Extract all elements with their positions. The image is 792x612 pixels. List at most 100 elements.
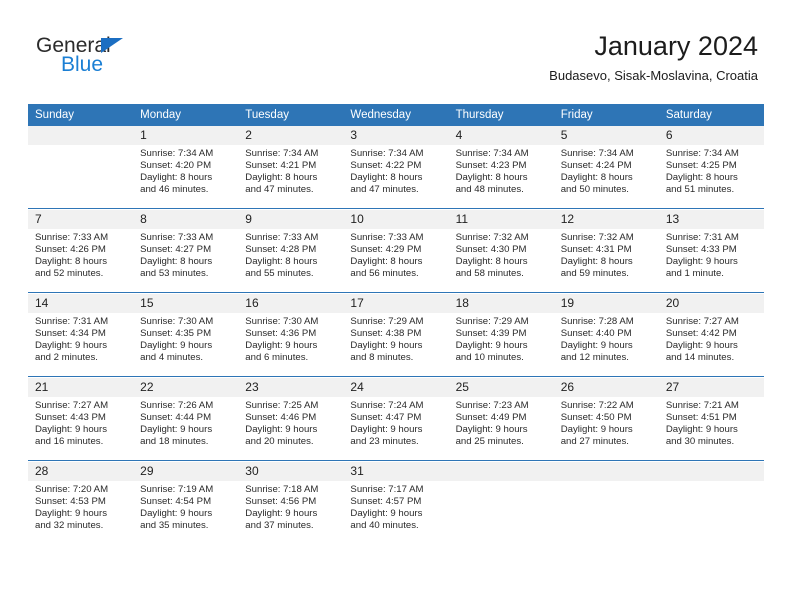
weekday-header-monday: Monday (133, 104, 239, 126)
day-number-24[interactable]: 24 (343, 378, 449, 397)
day-number-12[interactable]: 12 (553, 210, 659, 229)
day-number-empty (28, 126, 134, 145)
day-detail-line: and 8 minutes. (350, 352, 414, 364)
day-detail-line: Daylight: 8 hours (140, 256, 213, 268)
day-number-23[interactable]: 23 (238, 378, 344, 397)
day-number-29[interactable]: 29 (133, 462, 239, 481)
day-number-row: 123456 (28, 126, 764, 145)
day-detail-line: Sunrise: 7:34 AM (140, 148, 214, 159)
day-detail-8: Sunrise: 7:33 AM Sunset: 4:27 PM Daylight:… (133, 229, 239, 292)
day-detail-line: and 6 minutes. (245, 352, 309, 364)
day-detail-27: Sunrise: 7:21 AM Sunset: 4:51 PM Daylight:… (658, 397, 764, 460)
day-detail-row: Sunrise: 7:20 AM Sunset: 4:53 PM Daylight:… (28, 481, 764, 544)
day-number-1[interactable]: 1 (133, 126, 239, 145)
day-detail-line: Sunrise: 7:23 AM (455, 400, 529, 411)
day-detail-line: Daylight: 9 hours (35, 508, 107, 520)
day-number-4[interactable]: 4 (448, 126, 554, 145)
day-detail-line: Sunset: 4:29 PM (350, 244, 422, 256)
day-number-25[interactable]: 25 (448, 378, 554, 397)
day-number-11[interactable]: 11 (448, 210, 554, 229)
day-detail-line: and 55 minutes. (245, 268, 314, 280)
day-detail-line: and 14 minutes. (665, 352, 735, 364)
calendar-head: Sunday Monday Tuesday Wednesday Thursday Frid… (28, 104, 764, 126)
day-detail-line: Sunrise: 7:32 AM (560, 232, 634, 243)
day-number-18[interactable]: 18 (448, 294, 554, 313)
day-detail-24: Sunrise: 7:24 AM Sunset: 4:47 PM Daylight:… (343, 397, 449, 460)
day-detail-line: Daylight: 9 hours (665, 256, 738, 268)
day-detail-line: and 47 minutes. (245, 184, 314, 196)
day-detail-line: Sunset: 4:22 PM (350, 160, 422, 172)
day-detail-line: Daylight: 9 hours (245, 424, 318, 436)
day-detail-line: Sunrise: 7:33 AM (35, 232, 109, 243)
weekday-header-tuesday: Tuesday (238, 104, 344, 126)
triangle-icon (101, 38, 123, 53)
day-detail-line: Daylight: 8 hours (350, 256, 423, 268)
day-detail-line: Sunrise: 7:22 AM (560, 400, 634, 411)
day-detail-line: Sunset: 4:23 PM (455, 160, 527, 172)
day-number-8[interactable]: 8 (133, 210, 239, 229)
day-detail-row: Sunrise: 7:31 AM Sunset: 4:34 PM Daylight:… (28, 313, 764, 376)
day-number-5[interactable]: 5 (553, 126, 659, 145)
day-detail-line: and 20 minutes. (245, 436, 314, 448)
day-detail-line: Sunrise: 7:34 AM (665, 148, 739, 159)
day-detail-line: Daylight: 9 hours (455, 424, 528, 436)
day-detail-line: Sunrise: 7:18 AM (245, 484, 319, 495)
calendar-table: Sunday Monday Tuesday Wednesday Thursday Frid… (28, 104, 764, 544)
day-number-9[interactable]: 9 (238, 210, 344, 229)
day-detail-line: Daylight: 9 hours (560, 340, 633, 352)
day-detail-18: Sunrise: 7:29 AM Sunset: 4:39 PM Daylight:… (448, 313, 554, 376)
day-detail-11: Sunrise: 7:32 AM Sunset: 4:30 PM Daylight:… (448, 229, 554, 292)
day-number-13[interactable]: 13 (658, 210, 764, 229)
day-detail-line: Daylight: 9 hours (140, 508, 213, 520)
day-number-20[interactable]: 20 (658, 294, 764, 313)
page-header: General Blue January 2024 Budasevo, Sisa… (0, 0, 792, 104)
day-detail-21: Sunrise: 7:27 AM Sunset: 4:43 PM Daylight:… (28, 397, 134, 460)
day-number-26[interactable]: 26 (553, 378, 659, 397)
day-number-6[interactable]: 6 (658, 126, 764, 145)
day-detail-line: Daylight: 8 hours (455, 256, 528, 268)
day-number-19[interactable]: 19 (553, 294, 659, 313)
logo-text-blue: Blue (61, 53, 104, 76)
day-number-30[interactable]: 30 (238, 462, 344, 481)
day-detail-line: Daylight: 9 hours (140, 424, 213, 436)
day-detail-7: Sunrise: 7:33 AM Sunset: 4:26 PM Daylight:… (28, 229, 134, 292)
day-detail-25: Sunrise: 7:23 AM Sunset: 4:49 PM Daylight:… (448, 397, 554, 460)
day-detail-line: Daylight: 9 hours (665, 424, 738, 436)
weekday-header-wednesday: Wednesday (343, 104, 449, 126)
day-number-22[interactable]: 22 (133, 378, 239, 397)
day-detail-line: Daylight: 8 hours (35, 256, 107, 268)
day-number-2[interactable]: 2 (238, 126, 344, 145)
day-detail-line: Daylight: 9 hours (35, 340, 107, 352)
weekday-header-friday: Friday (553, 104, 659, 126)
day-detail-line: and 40 minutes. (350, 520, 419, 532)
weekday-header-thursday: Thursday (448, 104, 554, 126)
day-detail-line: Daylight: 8 hours (140, 172, 213, 184)
day-detail-line: Daylight: 9 hours (245, 340, 318, 352)
day-number-16[interactable]: 16 (238, 294, 344, 313)
day-detail-line: Sunrise: 7:25 AM (245, 400, 319, 411)
general-blue-logo: General Blue (36, 34, 166, 86)
day-detail-line: and 25 minutes. (455, 436, 524, 448)
day-number-10[interactable]: 10 (343, 210, 449, 229)
day-detail-line: Daylight: 8 hours (350, 172, 423, 184)
day-detail-13: Sunrise: 7:31 AM Sunset: 4:33 PM Daylight:… (658, 229, 764, 292)
day-number-28[interactable]: 28 (28, 462, 134, 481)
day-detail-line: Sunset: 4:42 PM (665, 328, 737, 340)
day-detail-4: Sunrise: 7:34 AM Sunset: 4:23 PM Daylight:… (448, 145, 554, 208)
day-number-3[interactable]: 3 (343, 126, 449, 145)
day-detail-line: Sunset: 4:28 PM (245, 244, 317, 256)
day-number-7[interactable]: 7 (28, 210, 134, 229)
day-number-14[interactable]: 14 (28, 294, 134, 313)
day-detail-row: Sunrise: 7:33 AM Sunset: 4:26 PM Daylight:… (28, 229, 764, 292)
day-number-21[interactable]: 21 (28, 378, 134, 397)
day-number-31[interactable]: 31 (343, 462, 449, 481)
day-detail-line: and 27 minutes. (560, 436, 629, 448)
day-detail-line: Sunrise: 7:27 AM (665, 316, 739, 327)
day-detail-line: Sunset: 4:24 PM (560, 160, 632, 172)
day-detail-line: and 52 minutes. (35, 268, 104, 280)
day-detail-line: Daylight: 9 hours (455, 340, 528, 352)
page-title: January 2024 (594, 31, 758, 61)
day-number-15[interactable]: 15 (133, 294, 239, 313)
day-number-27[interactable]: 27 (658, 378, 764, 397)
day-number-17[interactable]: 17 (343, 294, 449, 313)
